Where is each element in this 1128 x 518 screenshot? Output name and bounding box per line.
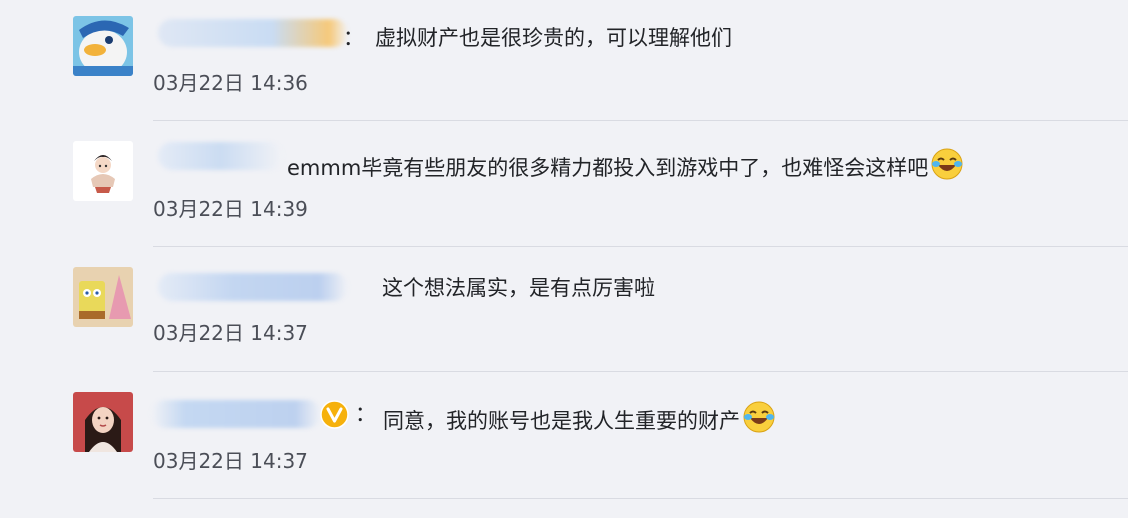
comment-text: emmm毕竟有些朋友的很多精力都投入到游戏中了，也难怪会这样吧 [287,147,964,188]
blurred-username[interactable] [151,400,321,428]
comment-timestamp: 03月22日 14:37 [153,449,308,473]
cartoon-figure-avatar-icon[interactable] [73,141,133,201]
comment-item: ： 虚拟财产也是很珍贵的，可以理解他们 03月22日 14:36 [73,14,1128,120]
comment-text: 这个想法属实，是有点厉害啦 [382,276,655,300]
comment-item: emmm毕竟有些朋友的很多精力都投入到游戏中了，也难怪会这样吧 03月22日 1… [73,137,1128,245]
comment-colon: ： [355,402,376,426]
comment-divider [153,246,1128,247]
comment-text: 虚拟财产也是很珍贵的，可以理解他们 [375,26,732,50]
comment-colon: ： [343,26,364,50]
spongebob-avatar-icon[interactable] [73,267,133,327]
blurred-username[interactable] [158,273,348,301]
verified-v-badge-icon [320,400,349,429]
laugh-cry-emoji-icon [930,147,964,188]
blurred-username[interactable] [158,142,283,170]
laugh-cry-emoji-icon [742,400,776,441]
comment-timestamp: 03月22日 14:37 [153,321,308,345]
comment-item: ： 同意，我的账号也是我人生重要的财产 03月22日 14:37 [73,388,1128,500]
comment-timestamp: 03月22日 14:36 [153,71,308,95]
comment-list: ： 虚拟财产也是很珍贵的，可以理解他们 03月22日 14:36 emmm毕竟有… [0,0,1128,518]
comment-divider [153,498,1128,499]
comment-divider [153,371,1128,372]
comment-divider [153,120,1128,121]
girl-photo-avatar-icon[interactable] [73,392,133,452]
donald-duck-avatar-icon[interactable] [73,16,133,76]
comment-timestamp: 03月22日 14:39 [153,197,308,221]
comment-item: 这个想法属实，是有点厉害啦 03月22日 14:37 [73,263,1128,371]
blurred-username[interactable] [158,19,348,47]
comment-text: 同意，我的账号也是我人生重要的财产 [383,400,776,441]
